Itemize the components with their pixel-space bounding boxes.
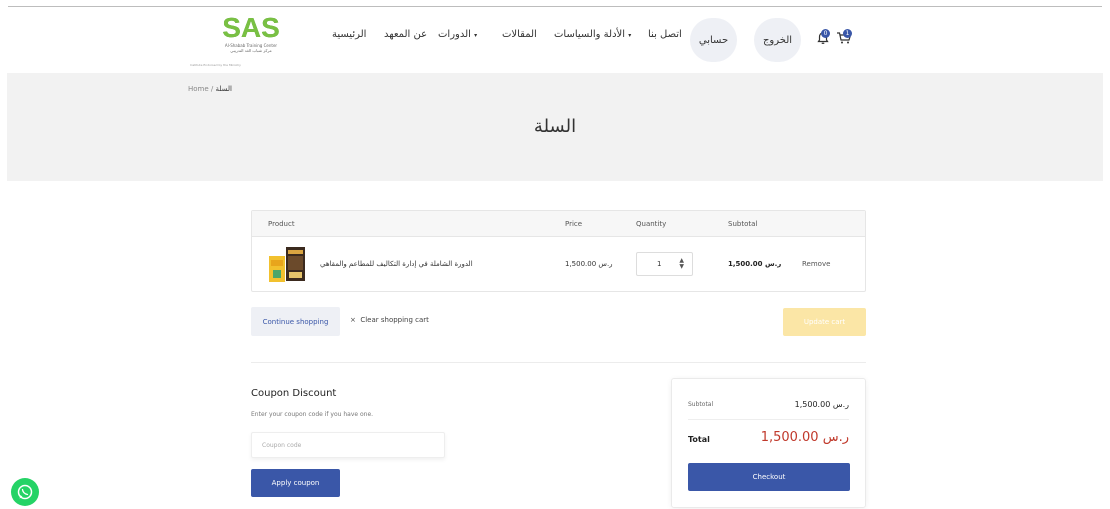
cart-count-badge: 1 xyxy=(843,29,852,38)
breadcrumb-separator: / xyxy=(210,85,214,93)
account-button[interactable]: حسابي xyxy=(690,18,737,62)
coupon-input[interactable]: Coupon code xyxy=(251,432,445,458)
clear-cart-button[interactable]: × Clear shopping cart xyxy=(350,316,429,324)
breadcrumb: Home / السلة xyxy=(188,85,232,93)
whatsapp-button[interactable] xyxy=(11,478,39,506)
clear-cart-label: Clear shopping cart xyxy=(360,316,429,324)
logo-line-2: مركز شباب الغد التدريبي xyxy=(230,48,272,53)
breadcrumb-current: السلة xyxy=(215,85,232,93)
col-subtotal: Subtotal xyxy=(728,220,758,228)
chevron-down-icon: ▾ xyxy=(628,31,632,39)
notifications-badge: 0 xyxy=(821,29,830,38)
logout-button[interactable]: الخروج xyxy=(754,18,801,62)
product-name[interactable]: الدورة الشاملة في إدارة التكاليف للمطاعم… xyxy=(320,260,473,268)
apply-coupon-button[interactable]: Apply coupon xyxy=(251,469,340,497)
col-product: Product xyxy=(268,220,295,228)
close-icon: × xyxy=(350,316,356,324)
cart-totals-box: Subtotal 1,500.00 ر.س Total 1,500.00 ر.س… xyxy=(671,378,866,508)
nav-about[interactable]: عن المعهد xyxy=(384,29,427,40)
top-border xyxy=(8,6,1102,7)
page-title: السلة xyxy=(533,116,577,137)
totals-subtotal-value: 1,500.00 ر.س xyxy=(794,400,849,409)
checkout-button[interactable]: Checkout xyxy=(688,463,850,491)
site-logo[interactable]: SAS Al-Shabab Training Center مركز شباب … xyxy=(220,14,282,62)
breadcrumb-home[interactable]: Home xyxy=(188,85,209,93)
coupon-title: Coupon Discount xyxy=(251,388,337,399)
cart-table-header: Product Price Quantity Subtotal xyxy=(252,211,865,237)
col-quantity: Quantity xyxy=(636,220,667,228)
table-row: الدورة الشاملة في إدارة التكاليف للمطاعم… xyxy=(252,237,865,292)
nav-courses-label: الدورات xyxy=(438,28,471,40)
nav-guides-label: الأدلة والسياسات xyxy=(554,28,626,40)
nav-courses[interactable]: الدورات ▾ xyxy=(438,29,477,40)
nav-contact[interactable]: اتصل بنا xyxy=(648,29,682,40)
row-subtotal: 1,500.00 ر.س xyxy=(728,260,782,268)
product-price: 1,500.00 ر.س xyxy=(565,260,613,268)
coupon-description: Enter your coupon code if you have one. xyxy=(251,411,374,418)
nav-home[interactable]: الرئيسية xyxy=(332,29,366,40)
col-price: Price xyxy=(565,220,583,228)
product-thumbnail[interactable] xyxy=(268,246,306,283)
totals-total-label: Total xyxy=(688,435,710,444)
quantity-stepper[interactable]: 1 ▲ ▼ xyxy=(636,252,693,276)
whatsapp-icon xyxy=(17,484,33,500)
logo-tagline: Institute Endorsed by the Ministry xyxy=(190,63,241,67)
update-cart-button[interactable]: Update cart xyxy=(783,308,866,336)
chevron-down-icon: ▾ xyxy=(474,31,478,39)
remove-item-button[interactable]: Remove xyxy=(802,260,830,268)
logo-mark: SAS xyxy=(222,12,280,43)
section-divider xyxy=(251,362,866,363)
totals-total-value: 1,500.00 ر.س xyxy=(760,430,849,445)
stepper-arrows-icon[interactable]: ▲ ▼ xyxy=(679,258,684,270)
quantity-value[interactable]: 1 xyxy=(657,260,661,268)
continue-shopping-button[interactable]: Continue shopping xyxy=(251,307,340,336)
nav-guides[interactable]: الأدلة والسياسات ▾ xyxy=(554,29,631,40)
totals-subtotal-label: Subtotal xyxy=(688,401,714,408)
totals-divider xyxy=(688,419,849,420)
nav-articles[interactable]: المقالات xyxy=(502,29,537,40)
cart-table: Product Price Quantity Subtotal الدورة ا… xyxy=(251,210,866,292)
